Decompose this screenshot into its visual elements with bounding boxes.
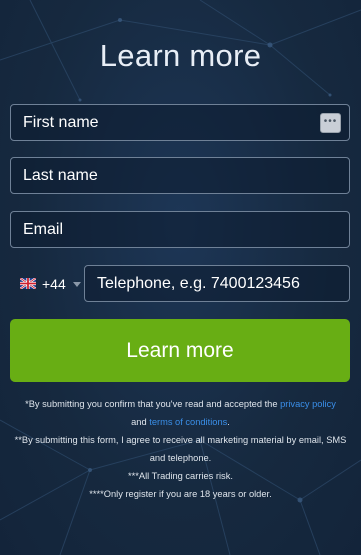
telephone-input[interactable]	[85, 266, 349, 301]
first-name-field[interactable]: •••	[10, 104, 350, 141]
country-code-select[interactable]: +44	[10, 265, 82, 302]
privacy-policy-link[interactable]: privacy policy	[280, 399, 336, 409]
disclaimer-text: and	[131, 417, 150, 427]
disclaimer-line-1: *By submitting you confirm that you've r…	[6, 395, 355, 431]
telephone-field[interactable]	[84, 265, 350, 302]
terms-link[interactable]: terms of conditions	[149, 417, 227, 427]
last-name-field[interactable]	[10, 157, 350, 194]
disclaimer-line-2: **By submitting this form, I agree to re…	[14, 435, 347, 463]
gb-flag-icon	[20, 278, 36, 289]
email-input[interactable]	[11, 212, 349, 247]
form-title: Learn more	[99, 38, 262, 73]
disclaimer-text: *By submitting you confirm that you've r…	[25, 399, 281, 409]
disclaimer: *By submitting you confirm that you've r…	[6, 395, 355, 503]
email-field[interactable]	[10, 211, 350, 248]
signup-form: Learn more ••• +44 Learn more *By su	[0, 0, 361, 555]
chevron-down-icon	[72, 282, 81, 287]
first-name-input[interactable]	[11, 105, 349, 140]
learn-more-button[interactable]: Learn more	[10, 319, 350, 382]
disclaimer-line-3: ***All Trading carries risk.	[128, 471, 233, 481]
phone-row: +44	[10, 265, 350, 302]
autofill-icon[interactable]: •••	[320, 113, 341, 133]
country-code-label: +44	[42, 275, 66, 292]
disclaimer-line-4: ****Only register if you are 18 years or…	[89, 489, 272, 499]
disclaimer-text: .	[227, 417, 230, 427]
last-name-input[interactable]	[11, 158, 349, 193]
